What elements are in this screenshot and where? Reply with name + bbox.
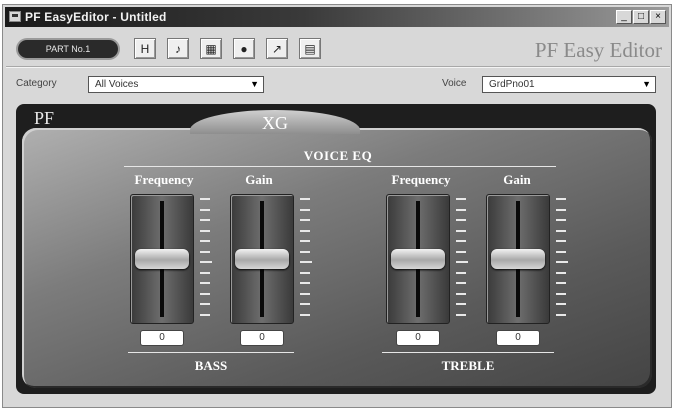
title-bar[interactable]: PF EasyEditor - Untitled _ □ × (5, 7, 669, 27)
treble-gain-label: Gain (503, 172, 531, 187)
tick-mark (300, 198, 310, 200)
category-label: Category (16, 78, 57, 89)
tick-mark (200, 229, 210, 232)
app-icon (9, 11, 21, 22)
tick-mark (556, 282, 566, 285)
tick-mark (556, 292, 566, 295)
chevron-down-icon: ▼ (250, 79, 259, 89)
voice-select[interactable]: GrdPno01 ▼ (482, 76, 656, 93)
tick-mark (200, 292, 210, 295)
tick-mark (456, 261, 468, 264)
tick-mark (200, 303, 210, 306)
arrow-icon[interactable]: ↗ (266, 38, 288, 59)
window-title: PF EasyEditor - Untitled (25, 10, 167, 24)
tick-mark (300, 229, 310, 232)
slider-knob[interactable] (391, 249, 445, 269)
bass-frequency-slider[interactable] (130, 194, 194, 324)
bass-group-label: BASS (194, 358, 228, 373)
tick-mark (456, 292, 466, 295)
tick-mark (300, 282, 310, 285)
tick-mark (300, 303, 310, 306)
tick-mark (456, 282, 466, 285)
tick-mark (456, 229, 466, 232)
tick-mark (300, 250, 310, 253)
close-icon[interactable]: × (650, 10, 666, 24)
scale-ticks (300, 198, 312, 316)
treble-gain-value[interactable]: 0 (496, 330, 540, 346)
tick-mark (200, 271, 210, 274)
tick-mark (456, 208, 466, 211)
treble-frequency-label: Frequency (391, 172, 451, 187)
tick-mark (556, 261, 568, 264)
scale-ticks (556, 198, 568, 316)
tick-mark (556, 219, 566, 222)
divider (128, 352, 294, 353)
keyboard-icon[interactable]: ▦ (200, 38, 222, 59)
minimize-icon[interactable]: _ (616, 10, 632, 24)
bass-frequency-label: Frequency (134, 172, 194, 187)
tick-mark (300, 261, 312, 264)
tick-mark (556, 208, 566, 211)
tick-mark (300, 271, 310, 274)
tick-mark (456, 314, 466, 316)
tick-mark (456, 250, 466, 253)
category-value: All Voices (95, 79, 139, 90)
tick-mark (300, 292, 310, 295)
tick-mark (200, 240, 210, 243)
tick-mark (456, 198, 466, 200)
tick-mark (556, 250, 566, 253)
tick-mark (200, 282, 210, 285)
tick-mark (456, 303, 466, 306)
tick-mark (556, 271, 566, 274)
tab-pf[interactable]: PF (34, 108, 54, 129)
slider-knob[interactable] (491, 249, 545, 269)
tick-mark (456, 271, 466, 274)
save-icon[interactable]: H (134, 38, 156, 59)
bass-gain-label: Gain (245, 172, 273, 187)
scale-ticks (200, 198, 212, 316)
bass-gain-value[interactable]: 0 (240, 330, 284, 346)
voice-eq-title: VOICE EQ (303, 148, 373, 163)
tick-mark (556, 229, 566, 232)
category-select[interactable]: All Voices ▼ (88, 76, 264, 93)
treble-frequency-slider[interactable] (386, 194, 450, 324)
slider-knob[interactable] (135, 249, 189, 269)
tick-mark (300, 219, 310, 222)
tick-mark (456, 219, 466, 222)
tick-mark (200, 198, 210, 200)
treble-gain-slider[interactable] (486, 194, 550, 324)
tick-mark (300, 314, 310, 316)
tick-mark (200, 208, 210, 211)
note-icon[interactable]: ♪ (167, 38, 189, 59)
part-select-button[interactable]: PART No.1 (18, 40, 118, 58)
bass-gain-slider[interactable] (230, 194, 294, 324)
divider (6, 66, 670, 68)
chevron-down-icon: ▼ (642, 79, 651, 89)
voice-value: GrdPno01 (489, 79, 535, 90)
tick-mark (300, 208, 310, 211)
tick-mark (300, 240, 310, 243)
voice-label: Voice (442, 78, 467, 89)
divider (124, 166, 556, 167)
treble-group-label: TREBLE (441, 358, 495, 373)
tick-mark (200, 261, 212, 264)
maximize-icon[interactable]: □ (633, 10, 649, 24)
tick-mark (200, 314, 210, 316)
tick-mark (200, 219, 210, 222)
tick-mark (556, 314, 566, 316)
record-icon[interactable]: ● (233, 38, 255, 59)
scale-ticks (456, 198, 468, 316)
tick-mark (200, 250, 210, 253)
tick-mark (456, 240, 466, 243)
treble-frequency-value[interactable]: 0 (396, 330, 440, 346)
slider-knob[interactable] (235, 249, 289, 269)
divider (382, 352, 554, 353)
list-icon[interactable]: ▤ (299, 38, 321, 59)
bass-frequency-value[interactable]: 0 (140, 330, 184, 346)
app-title: PF Easy Editor (534, 38, 662, 62)
tick-mark (556, 303, 566, 306)
tick-mark (556, 198, 566, 200)
tick-mark (556, 240, 566, 243)
